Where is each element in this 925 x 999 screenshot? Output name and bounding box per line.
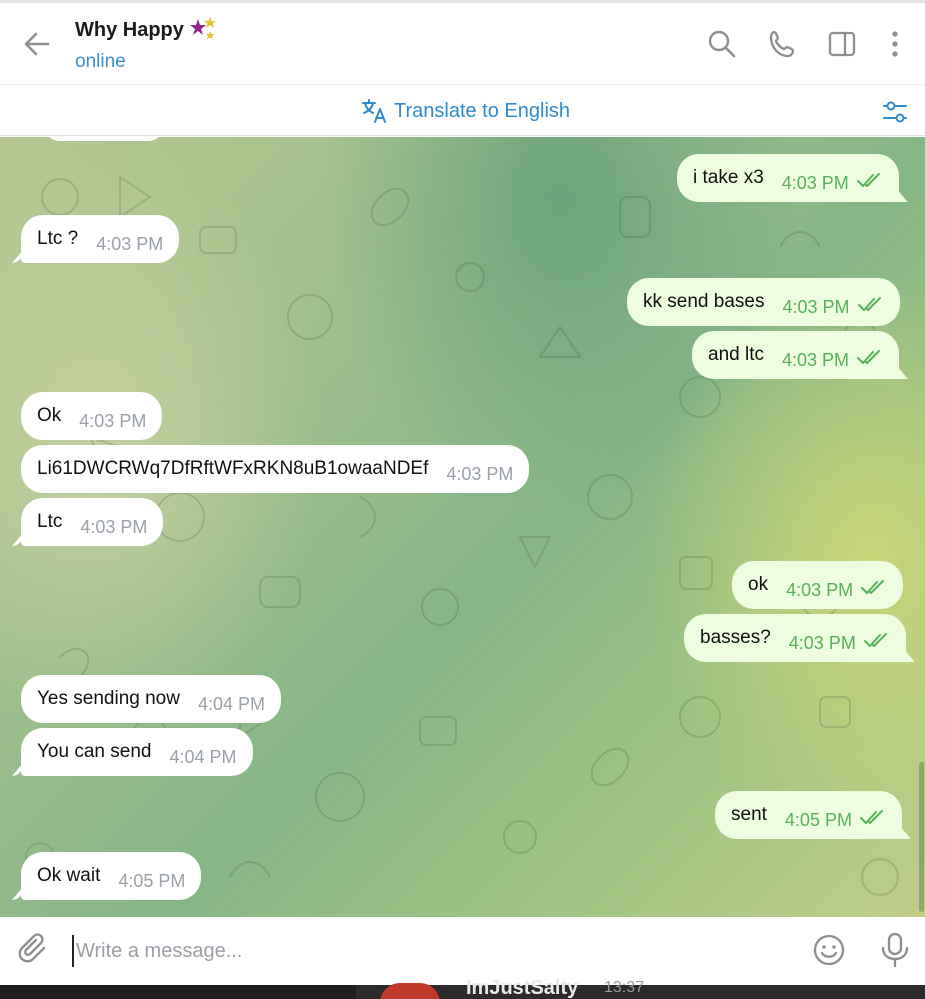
message-bubble-outgoing[interactable]: i take x3 4:03 PM	[677, 154, 899, 202]
message-text: Ltc ?	[37, 228, 79, 249]
message-bubble-incoming[interactable]: Ltc 4:03 PM	[21, 498, 164, 546]
taskbar-left	[0, 985, 356, 999]
message-bubble-incoming[interactable]: Ok 4:03 PM	[21, 392, 163, 440]
chat-header: Why Happy online	[0, 0, 925, 84]
translate-bar: Translate to English	[0, 84, 925, 136]
phone-icon[interactable]	[768, 29, 798, 59]
message-list[interactable]: i take x3 4:03 PM Ltc ? 4:03 PM kk send …	[0, 137, 925, 917]
message-text: Ltc	[37, 511, 63, 532]
translate-button[interactable]: Translate to English	[360, 97, 570, 125]
avatar	[380, 983, 440, 999]
message-text: Ok wait	[37, 865, 101, 886]
message-bubble-outgoing[interactable]: kk send bases 4:03 PM	[627, 278, 900, 326]
sparkle-stars-icon	[188, 15, 218, 45]
message-bubble-incoming[interactable]: Ok wait 4:05 PM	[21, 852, 202, 900]
back-arrow-icon[interactable]	[20, 27, 54, 61]
double-check-icon	[857, 296, 884, 318]
previous-message-edge	[45, 137, 163, 141]
message-text: kk send bases	[643, 291, 765, 312]
taskbar-time: 13:37	[604, 979, 645, 996]
message-bubble-incoming[interactable]: Ltc ? 4:03 PM	[21, 215, 180, 263]
message-text: Yes sending now	[37, 688, 180, 709]
double-check-icon	[861, 579, 887, 601]
message-text: You can send	[37, 741, 152, 762]
message-text: and ltc	[708, 344, 764, 365]
message-bubble-incoming[interactable]: You can send 4:04 PM	[21, 728, 253, 776]
message-composer	[0, 917, 925, 985]
double-check-icon	[859, 809, 886, 831]
message-bubble-incoming[interactable]: Yes sending now 4:04 PM	[21, 675, 282, 723]
message-time: 4:03 PM	[781, 349, 850, 370]
translate-settings-icon[interactable]	[881, 98, 909, 131]
message-input[interactable]	[72, 935, 772, 967]
double-check-icon	[857, 349, 883, 371]
translate-label: Translate to English	[394, 99, 571, 122]
microphone-icon[interactable]	[878, 931, 912, 974]
chat-title: Why Happy	[75, 15, 218, 45]
message-bubble-outgoing[interactable]: and ltc 4:03 PM	[692, 331, 900, 379]
more-options-icon[interactable]	[880, 29, 910, 59]
message-text: basses?	[700, 627, 771, 648]
paperclip-icon[interactable]	[18, 933, 50, 972]
message-text: sent	[731, 804, 767, 825]
message-time: 4:03 PM	[446, 463, 514, 484]
double-check-icon	[863, 632, 890, 654]
message-time: 4:03 PM	[79, 410, 147, 431]
message-time: 4:03 PM	[786, 579, 854, 600]
message-bubble-outgoing[interactable]: basses? 4:03 PM	[684, 614, 906, 662]
chat-info[interactable]: Why Happy online	[75, 15, 218, 73]
message-time: 4:03 PM	[781, 172, 849, 193]
taskbar-strip: ImJustSalty 13:37	[0, 977, 925, 999]
emoji-icon[interactable]	[812, 933, 846, 972]
message-bubble-outgoing[interactable]: sent 4:05 PM	[715, 791, 902, 839]
message-text: Li61DWCRWq7DfRftWFxRKN8uB1owaaNDEf	[37, 458, 429, 479]
message-time: 4:04 PM	[169, 746, 237, 767]
taskbar-app-text: ImJustSalty	[466, 977, 579, 999]
chat-status: online	[75, 51, 126, 72]
message-time: 4:03 PM	[782, 296, 850, 317]
message-time: 4:03 PM	[96, 233, 164, 254]
message-bubble-incoming[interactable]: Li61DWCRWq7DfRftWFxRKN8uB1owaaNDEf 4:03 …	[21, 445, 530, 493]
chat-scrollbar[interactable]	[919, 762, 924, 912]
sidebar-toggle-icon[interactable]	[827, 29, 857, 59]
message-text: i take x3	[693, 167, 764, 188]
message-time: 4:03 PM	[80, 516, 148, 537]
message-time: 4:03 PM	[788, 632, 856, 653]
message-time: 4:04 PM	[197, 693, 266, 714]
search-icon[interactable]	[707, 29, 737, 59]
message-text: ok	[748, 574, 769, 595]
message-time: 4:05 PM	[118, 870, 186, 891]
message-bubble-outgoing[interactable]: ok 4:03 PM	[732, 561, 904, 609]
translate-icon	[362, 99, 386, 123]
message-time: 4:05 PM	[784, 809, 852, 830]
double-check-icon	[856, 172, 883, 194]
message-text: Ok	[37, 405, 62, 426]
